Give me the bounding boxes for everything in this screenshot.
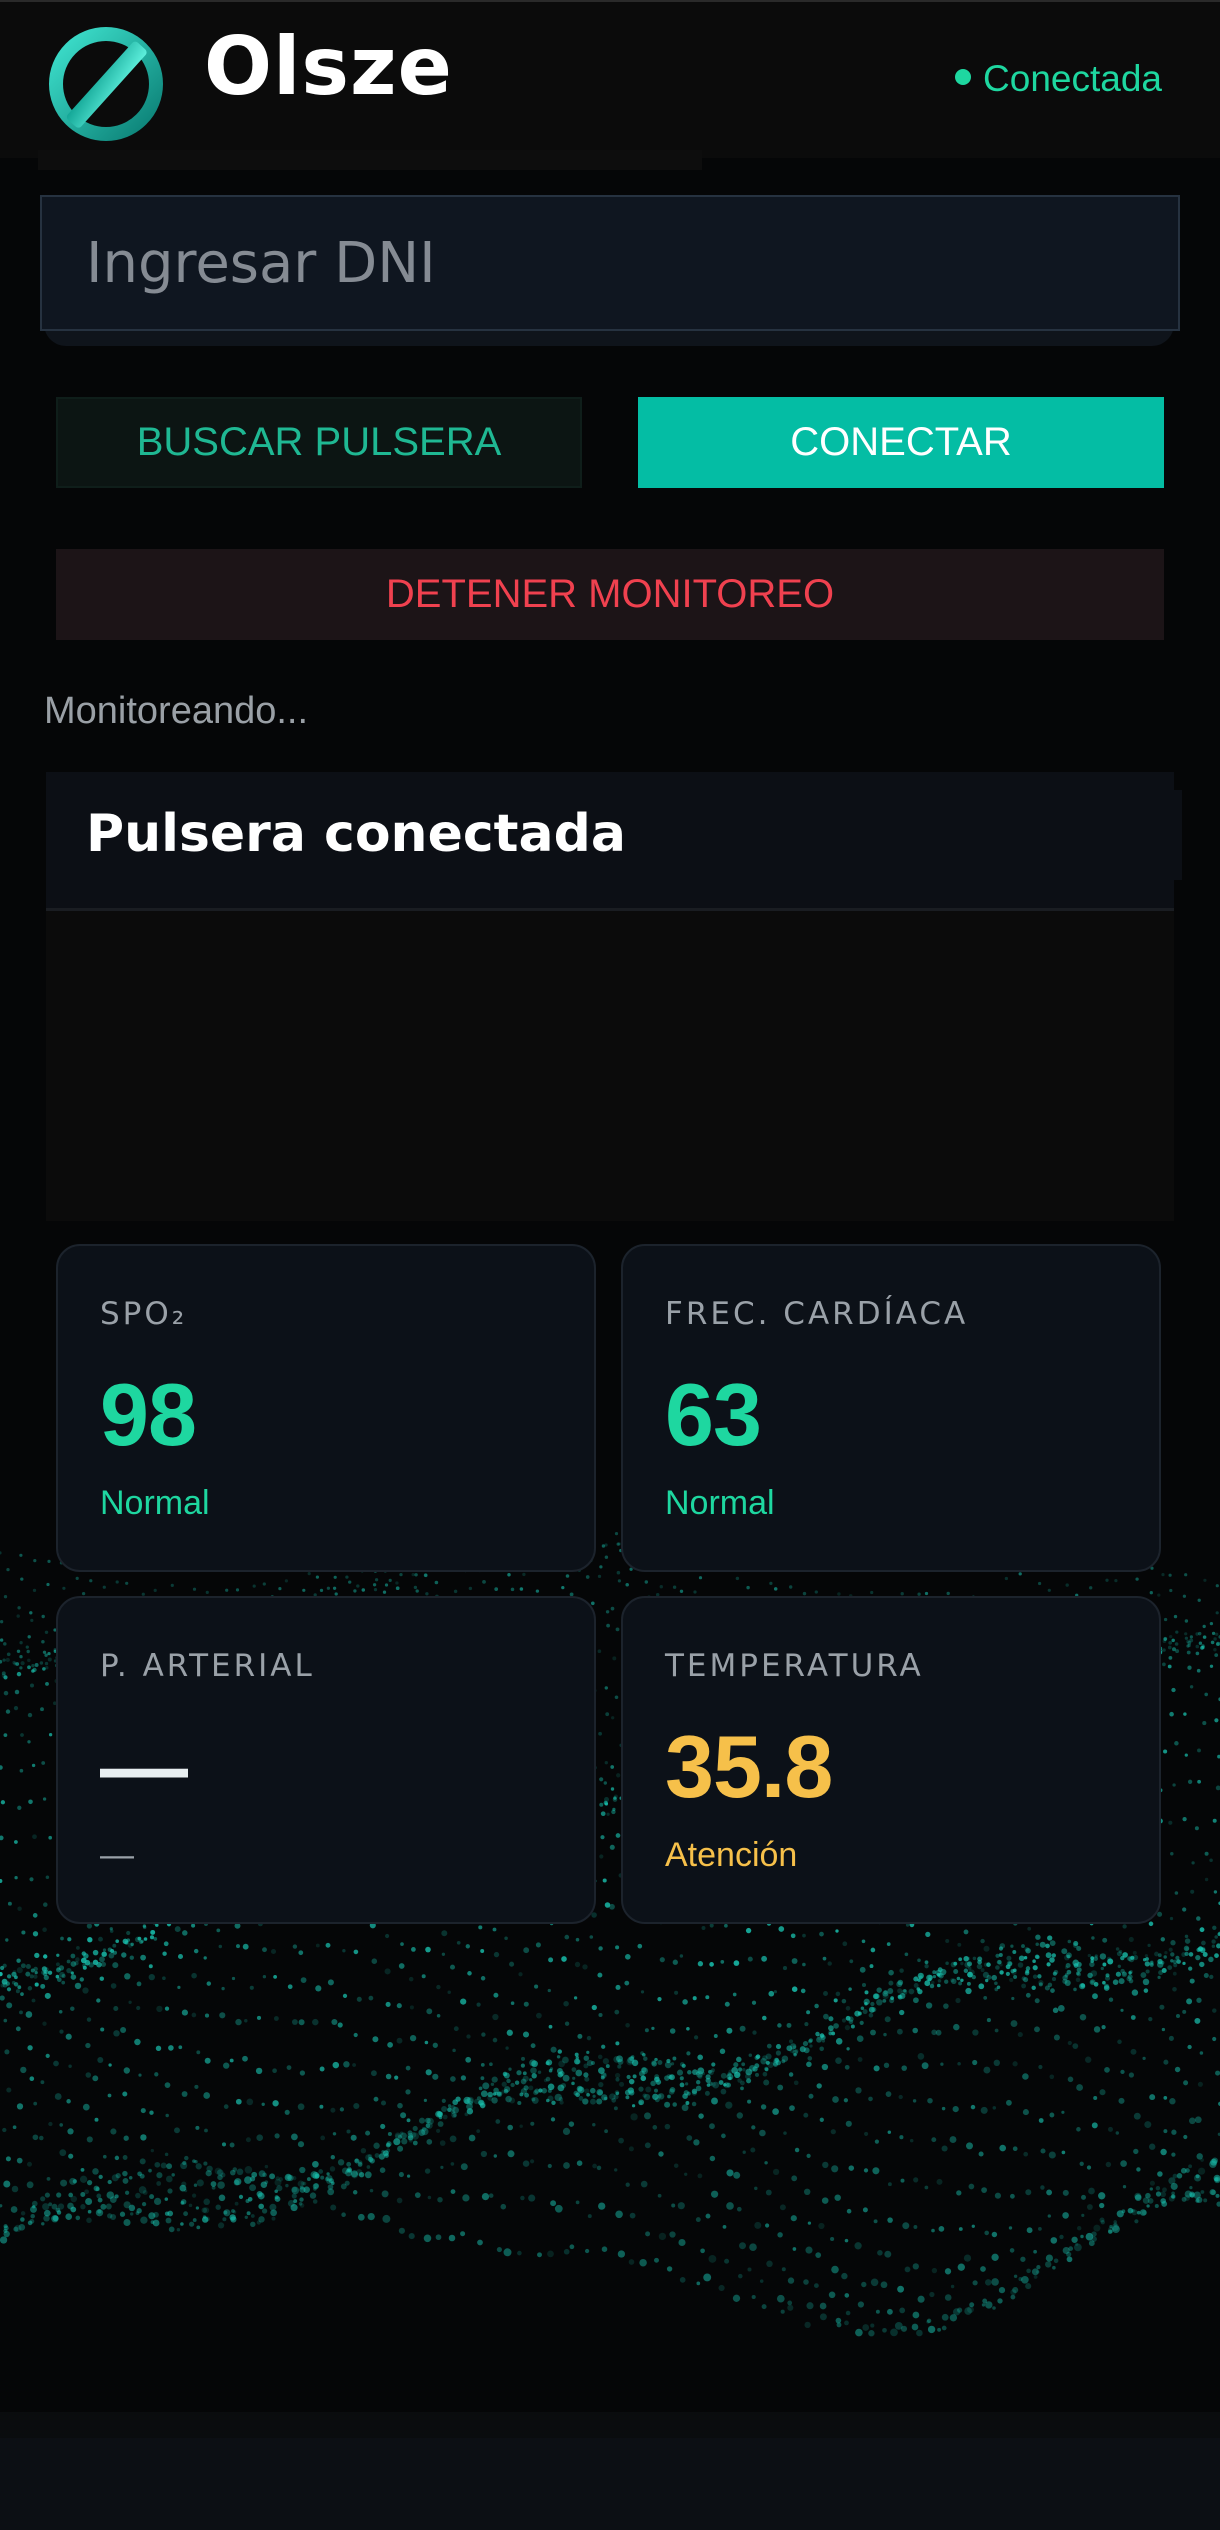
bracelet-panel-body xyxy=(46,911,1174,1221)
blood-pressure-state: — xyxy=(100,1836,134,1874)
temperature-value: 35.8 xyxy=(665,1717,833,1816)
connect-button[interactable]: CONECTAR xyxy=(638,397,1164,488)
bracelet-panel-header: Pulsera conectada xyxy=(46,772,1174,908)
heart-rate-state: Normal xyxy=(665,1484,775,1522)
header-shadow xyxy=(38,150,702,170)
brand-name: Olsze xyxy=(204,20,453,113)
monitoring-status-text: Monitoreando... xyxy=(44,690,309,732)
connection-status-label: Conectada xyxy=(983,58,1162,99)
footer-strip xyxy=(0,2412,1220,2438)
stop-monitoring-button[interactable]: DETENER MONITOREO xyxy=(56,549,1164,640)
bracelet-panel-edge xyxy=(1174,790,1182,880)
temperature-label: TEMPERATURA xyxy=(665,1648,924,1684)
dni-input[interactable] xyxy=(40,195,1180,331)
bracelet-panel-title: Pulsera conectada xyxy=(86,804,626,864)
spo2-label: SPO₂ xyxy=(100,1296,188,1332)
blood-pressure-value: — xyxy=(100,1717,188,1816)
blood-pressure-card: P. ARTERIAL — — xyxy=(56,1596,596,1924)
temperature-card: TEMPERATURA 35.8 Atención xyxy=(621,1596,1161,1924)
temperature-state: Atención xyxy=(665,1836,798,1874)
heart-rate-label: FREC. CARDÍACA xyxy=(665,1296,969,1332)
status-dot-icon xyxy=(955,69,972,86)
olsze-logo-icon xyxy=(49,27,163,141)
spo2-value: 98 xyxy=(100,1365,197,1464)
heart-rate-card: FREC. CARDÍACA 63 Normal xyxy=(621,1244,1161,1572)
connection-status: Conectada xyxy=(955,58,1162,100)
bottom-bar xyxy=(0,2438,1220,2530)
spo2-state: Normal xyxy=(100,1484,210,1522)
app-header: Olsze Conectada xyxy=(0,0,1220,158)
blood-pressure-label: P. ARTERIAL xyxy=(100,1648,315,1684)
heart-rate-value: 63 xyxy=(665,1365,762,1464)
spo2-card: SPO₂ 98 Normal xyxy=(56,1244,596,1572)
app-root: Olsze Conectada BUSCAR PULSERA CONECTAR … xyxy=(0,0,1220,2530)
scan-bracelet-button[interactable]: BUSCAR PULSERA xyxy=(56,397,582,488)
